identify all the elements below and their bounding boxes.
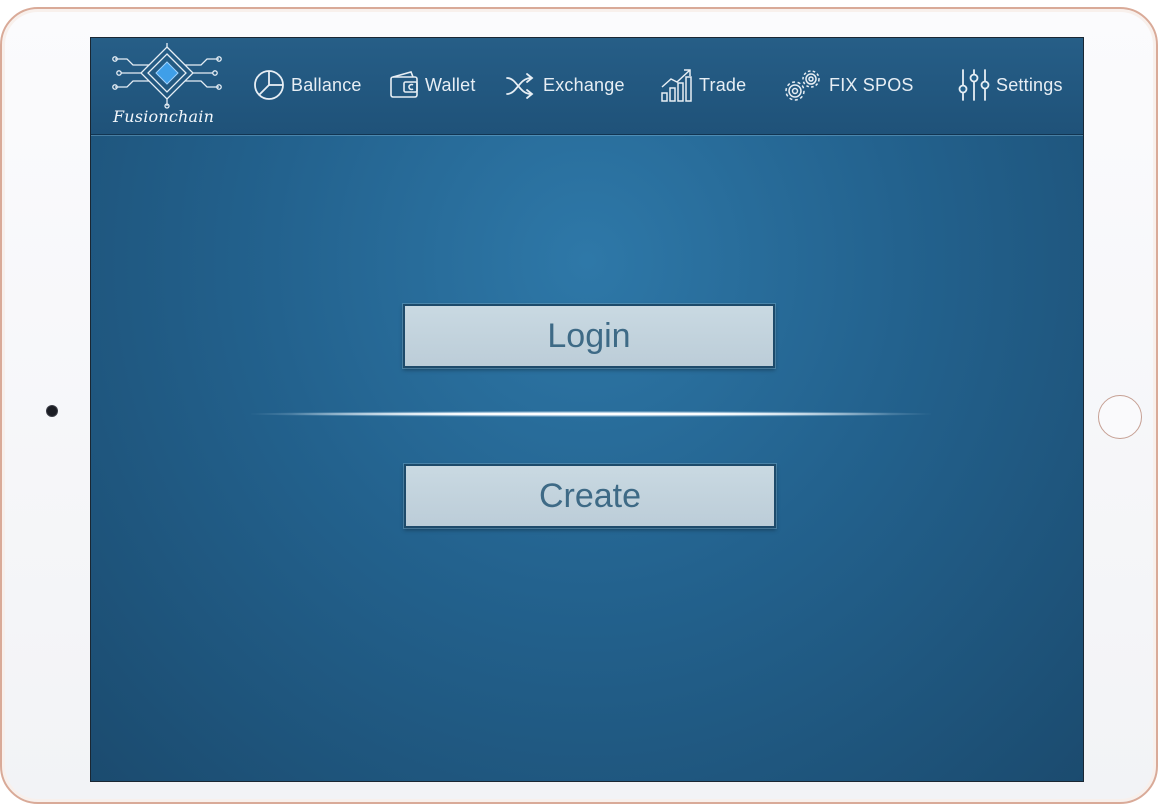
nav-exchange-label: Exchange <box>543 74 625 95</box>
gears-icon <box>785 70 820 101</box>
divider-line <box>291 413 891 415</box>
nav-ballance[interactable]: Ballance <box>251 66 362 104</box>
nav-ballance-label: Ballance <box>291 74 362 95</box>
nav-settings[interactable]: Settings <box>956 66 1063 104</box>
create-button[interactable]: Create <box>404 464 776 528</box>
nav-settings-label: Settings <box>996 74 1063 95</box>
nav-fix-spos-label: FIX SPOS <box>829 74 914 95</box>
front-camera <box>47 406 57 416</box>
nav-wallet-label: Wallet <box>425 74 476 95</box>
nav-trade[interactable]: Trade <box>659 66 746 104</box>
nav-fix-spos[interactable]: FIX SPOS <box>781 66 914 104</box>
trend-chart-icon <box>661 69 692 102</box>
fusionchain-logo-icon <box>112 43 222 109</box>
login-button[interactable]: Login <box>403 304 775 368</box>
top-navigation-bar: Fusionchain Ballance Wallet Exchange Tra… <box>91 38 1083 135</box>
nav-wallet[interactable]: Wallet <box>389 66 476 104</box>
wallet-icon <box>390 71 418 98</box>
sliders-icon <box>958 69 990 101</box>
nav-trade-label: Trade <box>699 74 747 95</box>
app-logo[interactable]: Fusionchain <box>101 41 231 133</box>
home-button[interactable] <box>1098 395 1142 439</box>
shuffle-icon <box>506 73 534 99</box>
app-name: Fusionchain <box>113 107 215 126</box>
pie-chart-icon <box>254 70 284 100</box>
nav-exchange[interactable]: Exchange <box>505 66 625 104</box>
app-screen: Fusionchain Ballance Wallet Exchange Tra… <box>90 37 1084 782</box>
